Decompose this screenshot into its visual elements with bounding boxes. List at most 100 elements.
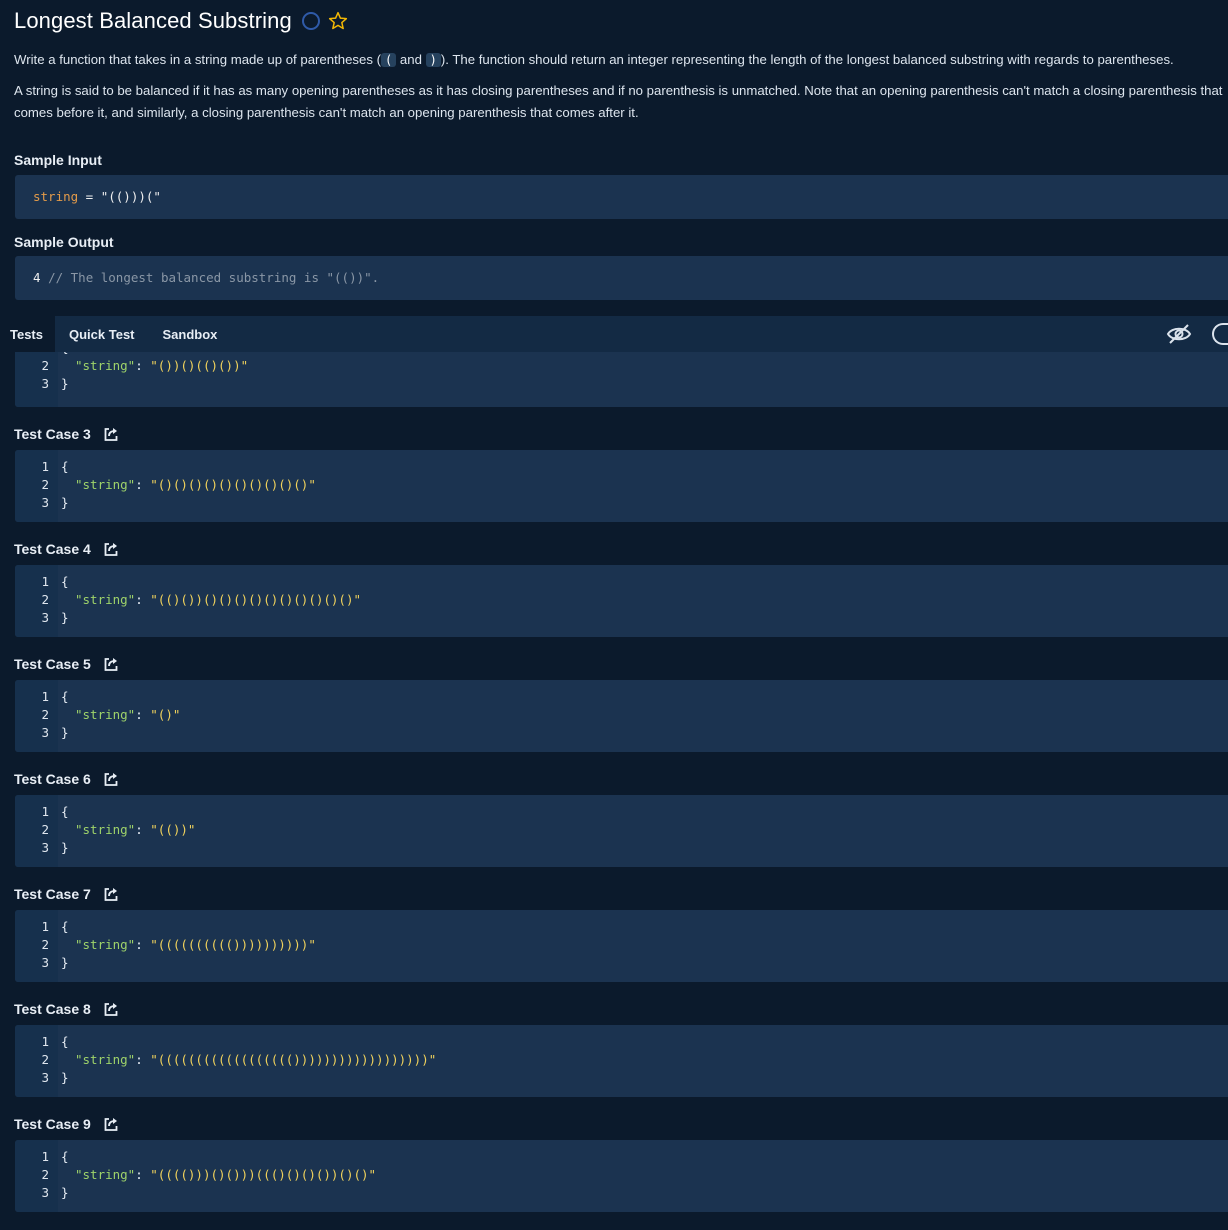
json-key: "string" [75, 707, 136, 722]
tab-tests[interactable]: Tests [0, 316, 55, 352]
description-text-end: ). The function should return an integer… [440, 52, 1174, 67]
sample-input-eq: = [78, 189, 101, 204]
code-line-2: 2 "string": "()()()()()()()()()()" [15, 476, 1228, 494]
tab-sandbox[interactable]: Sandbox [149, 316, 232, 352]
share-external-icon[interactable] [103, 1001, 119, 1017]
test-case-code[interactable]: 1{2 "string": "()()()()()()()()()()" 3} [15, 450, 1228, 522]
tab-bar-actions [1166, 316, 1228, 352]
line-number: 3 [41, 610, 49, 625]
code-line-1: 1{ [15, 918, 1228, 936]
sample-output-label: Sample Output [14, 234, 114, 250]
line-number: 2 [41, 477, 49, 492]
code-line-3: 3} [15, 954, 1228, 972]
test-case-code[interactable]: 1{2 "string": "(())" 3} [15, 795, 1228, 867]
json-key: "string" [75, 1052, 136, 1067]
test-case-code[interactable]: 1{2 "string": "()" 3} [15, 680, 1228, 752]
code-line-1: 1{ [15, 1033, 1228, 1051]
test-case-title: Test Case 9 [14, 1116, 91, 1132]
test-case-code[interactable]: 1{2 "string": "(((()))()()))((()()()())()… [15, 1140, 1228, 1212]
sample-output-comment: // The longest balanced substring is "((… [48, 270, 380, 285]
brace-close: } [61, 1070, 69, 1085]
test-case-title: Test Case 8 [14, 1001, 91, 1017]
sample-input-box: string = "(()))(" [15, 175, 1228, 219]
star-icon[interactable] [328, 11, 348, 31]
code-line-2: 2 "string": "(())" [15, 821, 1228, 839]
brace-close: } [61, 495, 69, 510]
line-number: 1 [41, 1149, 49, 1164]
code-line-1: 1{ [15, 458, 1228, 476]
test-case-code[interactable]: 1{2 "string": "(((((((((())))))))))" 3} [15, 910, 1228, 982]
code-line-3: 3} [15, 1069, 1228, 1087]
code-line-2: 2 "string": "()" [15, 706, 1228, 724]
clock-icon[interactable] [1212, 323, 1228, 345]
brace-close: } [61, 376, 69, 391]
test-case-code[interactable]: 1{2 "string": "(((((((((((((((((())))))))… [15, 1025, 1228, 1097]
brace-open: { [61, 804, 69, 819]
code-line-2: 2 "string": "(((((((((())))))))))" [15, 936, 1228, 954]
sample-input-value: "(()))(" [100, 189, 161, 204]
line-number: 3 [41, 495, 49, 510]
line-number: 1 [41, 689, 49, 704]
tab-quick-test[interactable]: Quick Test [55, 316, 149, 352]
json-value: "(((((((((())))))))))" [150, 937, 316, 952]
json-colon: : [135, 477, 151, 492]
json-colon: : [135, 707, 151, 722]
code-line-2: 2 "string": "(()())()()()()()()()()()()" [15, 591, 1228, 609]
share-external-icon[interactable] [103, 656, 119, 672]
sample-output-value: 4 [33, 270, 41, 285]
json-value: "()" [150, 707, 181, 722]
line-number: 1 [41, 1034, 49, 1049]
problem-statement: Longest Balanced Substring Write a funct… [0, 0, 1228, 316]
json-key: "string" [75, 822, 136, 837]
title-row: Longest Balanced Substring [14, 8, 348, 34]
code-line-3: 3} [15, 494, 1228, 512]
brace-open: { [61, 919, 69, 934]
share-external-icon[interactable] [103, 771, 119, 787]
json-key: "string" [75, 937, 136, 952]
test-case-code[interactable]: 1{2 "string": "(()())()()()()()()()()()()… [15, 565, 1228, 637]
json-colon: : [135, 1167, 151, 1182]
sample-input-label: Sample Input [14, 152, 102, 168]
line-number: 3 [41, 955, 49, 970]
line-number: 1 [41, 804, 49, 819]
sample-output-box: 4 // The longest balanced substring is "… [15, 256, 1228, 300]
json-colon: : [135, 592, 151, 607]
json-colon: : [135, 358, 151, 373]
line-number: 2 [41, 1052, 49, 1067]
line-number: 2 [41, 822, 49, 837]
status-circle-icon[interactable] [301, 12, 320, 30]
description-paragraph-1: Write a function that takes in a string … [14, 49, 1228, 71]
description-text: Write a function that takes in a string … [14, 52, 382, 67]
code-line-1: 1{ [15, 688, 1228, 706]
code-line-3: 3} [15, 1184, 1228, 1202]
eye-slash-icon[interactable] [1166, 323, 1192, 345]
code-line-2: 2 "string": "())()(()())" [15, 357, 1228, 375]
page-title: Longest Balanced Substring [14, 8, 292, 33]
share-external-icon[interactable] [103, 426, 119, 442]
line-number: 3 [41, 725, 49, 740]
line-number: 1 [41, 459, 49, 474]
json-value: "()()()()()()()()()()" [150, 477, 316, 492]
line-number: 1 [41, 574, 49, 589]
line-number: 2 [41, 592, 49, 607]
json-colon: : [135, 937, 151, 952]
description-paragraph-2: A string is said to be balanced if it ha… [14, 83, 1223, 120]
test-cases-list: 1{ 2"string": "())()(()())" 3} Test Case… [0, 352, 1228, 1230]
brace-close: } [61, 840, 69, 855]
brace-open: { [61, 1149, 69, 1164]
json-key: "string" [75, 477, 136, 492]
test-case-label: Test Case 5 [14, 656, 119, 672]
json-value: "(()())()()()()()()()()()()" [150, 592, 361, 607]
share-external-icon[interactable] [103, 886, 119, 902]
line-number: 1 [41, 919, 49, 934]
share-external-icon[interactable] [103, 541, 119, 557]
sample-input-var: string [33, 189, 79, 204]
code-line-3: 3} [15, 839, 1228, 857]
test-case-label: Test Case 8 [14, 1001, 119, 1017]
line-number: 2 [41, 707, 49, 722]
share-external-icon[interactable] [103, 1116, 119, 1132]
line-number: 3 [41, 840, 49, 855]
code-line-1: 1{ [15, 803, 1228, 821]
code-line-3: 3} [15, 609, 1228, 627]
test-tabs-bar: Tests Quick Test Sandbox [0, 316, 1228, 352]
